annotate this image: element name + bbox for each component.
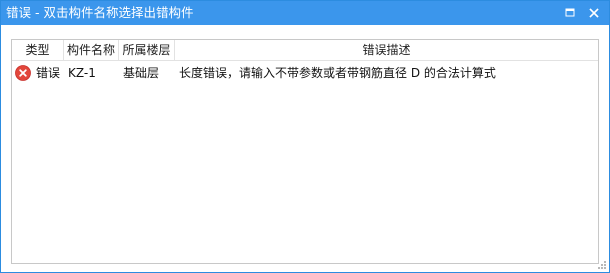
close-button[interactable] [585,4,603,22]
resize-grip-icon[interactable] [597,260,607,270]
table-row[interactable]: 错误 KZ-1 基础层 长度错误，请输入不带参数或者带钢筋直径 D 的合法计算式 [12,62,598,84]
title-bar[interactable]: 错误 - 双击构件名称选择出错构件 [1,1,609,25]
column-header-type[interactable]: 类型 [12,40,64,60]
row-description: 长度错误，请输入不带参数或者带钢筋直径 D 的合法计算式 [179,66,496,80]
row-component-name[interactable]: KZ-1 [68,62,96,84]
error-list: 类型 构件名称 所属楼层 错误描述 错误 KZ-1 基础层 长度错误，请输入不带… [11,39,599,264]
error-icon [15,65,31,81]
close-icon [589,8,599,18]
window-title: 错误 - 双击构件名称选择出错构件 [6,5,194,20]
column-header-floor[interactable]: 所属楼层 [119,40,175,60]
error-dialog: 错误 - 双击构件名称选择出错构件 类型 构件名称 所属楼层 错误描述 错误 K… [0,0,610,273]
row-floor: 基础层 [123,66,160,80]
maximize-button[interactable] [561,4,579,22]
maximize-icon [565,8,575,17]
column-header-component-name[interactable]: 构件名称 [64,40,119,60]
row-type: 错误 [36,66,61,80]
column-header-description[interactable]: 错误描述 [175,40,598,60]
table-header: 类型 构件名称 所属楼层 错误描述 [12,40,598,61]
